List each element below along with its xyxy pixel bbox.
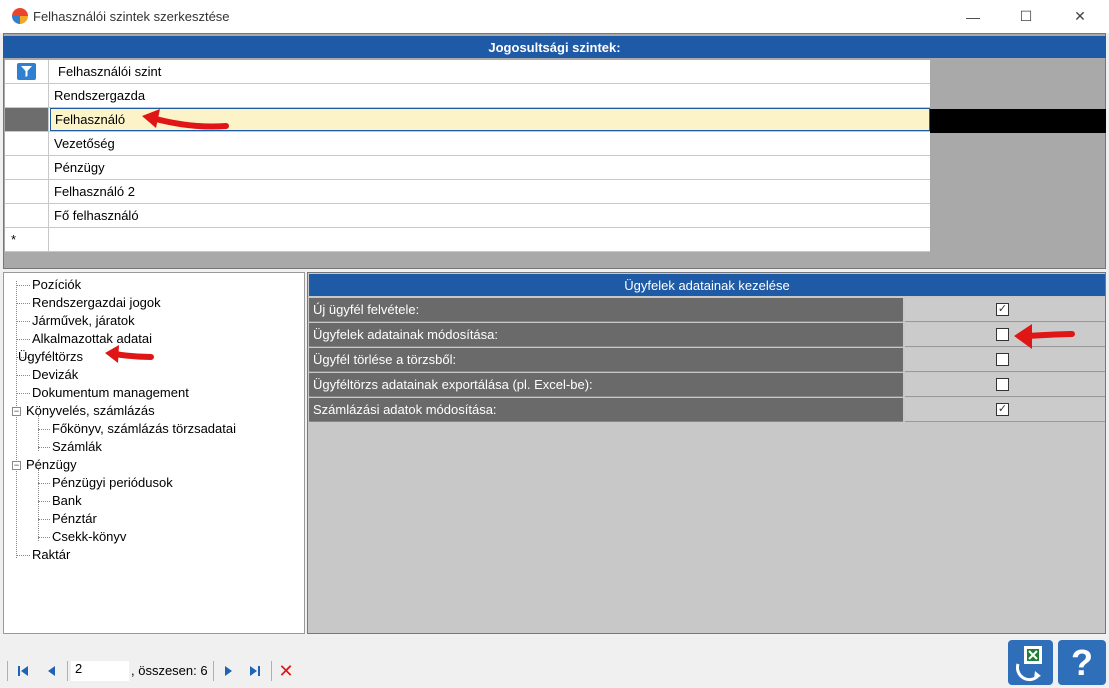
navigator-grip: [7, 661, 8, 681]
collapse-toggle-icon[interactable]: −: [12, 407, 21, 416]
new-row-marker: *: [5, 228, 49, 251]
new-row[interactable]: *: [5, 228, 930, 252]
tree-connector: [16, 339, 30, 340]
maximize-button[interactable]: ☐: [1003, 0, 1049, 33]
tree-item-rendszergazdai-jogok[interactable]: Rendszergazdai jogok: [32, 294, 161, 312]
tree-item-penztar[interactable]: Pénztár: [52, 510, 97, 528]
row-selector[interactable]: [5, 108, 49, 131]
levels-grid-title: Jogosultsági szintek:: [3, 36, 1106, 58]
level-name-cell[interactable]: Pénzügy: [50, 156, 930, 179]
tree-connector: [38, 483, 50, 484]
tree-item-penzugyi-periodusok[interactable]: Pénzügyi periódusok: [52, 474, 173, 492]
permission-row: Ügyfél törlése a törzsből:: [309, 348, 1105, 372]
window-title: Felhasználói szintek szerkesztése: [33, 9, 230, 24]
tree-item-konyveles[interactable]: Könyvelés, számlázás: [26, 402, 155, 420]
tree-item-szamlak[interactable]: Számlák: [52, 438, 102, 456]
navigator-separator: [67, 661, 68, 681]
table-row[interactable]: Rendszergazda: [5, 84, 930, 108]
annotation-arrow-icon: [105, 345, 154, 363]
excel-icon: [1015, 646, 1042, 682]
new-row-cell[interactable]: [50, 228, 930, 251]
row-selector[interactable]: [5, 132, 49, 155]
delete-record-button[interactable]: ✕: [277, 661, 295, 681]
tree-connector: [38, 447, 50, 448]
tree-connector: [38, 469, 39, 541]
tree-connector: [38, 415, 39, 451]
previous-record-button[interactable]: [43, 662, 59, 680]
tree-item-ugyfeltorzs[interactable]: Ügyféltörzs: [18, 348, 83, 366]
row-selector[interactable]: [5, 204, 49, 227]
level-name-cell[interactable]: Rendszergazda: [50, 84, 930, 107]
permission-row: Ügyfelek adatainak módosítása:: [309, 323, 1105, 347]
permission-row: Ügyféltörzs adatainak exportálása (pl. E…: [309, 373, 1105, 397]
tree-item-bank[interactable]: Bank: [52, 492, 82, 510]
tree-connector: [16, 285, 30, 286]
column-header-level[interactable]: Felhasználói szint: [50, 60, 930, 83]
permission-checkbox[interactable]: [996, 328, 1009, 341]
tree-item-dokumentum[interactable]: Dokumentum management: [32, 384, 189, 402]
row-selector[interactable]: [5, 156, 49, 179]
selected-row-extension: [930, 109, 1106, 133]
permission-checkbox[interactable]: [996, 353, 1009, 366]
navigator-separator: [213, 661, 214, 681]
levels-grid: Felhasználói szint Rendszergazda Felhasz…: [5, 60, 930, 252]
permission-check-cell: [905, 373, 1105, 397]
permission-label: Ügyfelek adatainak módosítása:: [309, 323, 903, 347]
next-record-button[interactable]: [221, 662, 237, 680]
app-logo-icon: [12, 8, 28, 24]
grid-column-header-row: Felhasználói szint: [5, 60, 930, 84]
permission-label: Új ügyfél felvétele:: [309, 298, 903, 322]
record-position-input[interactable]: 2: [71, 661, 129, 681]
tree-connector: [38, 501, 50, 502]
close-button[interactable]: ✕: [1057, 0, 1103, 33]
module-tree: − − Pozíciók Rendszergazdai jogok Járműv…: [3, 272, 305, 634]
excel-export-button[interactable]: [1008, 640, 1053, 685]
tree-item-jarmuvek[interactable]: Járművek, járatok: [32, 312, 135, 330]
permission-checkbox-checked[interactable]: ✓: [996, 403, 1009, 416]
table-row[interactable]: Pénzügy: [5, 156, 930, 180]
tree-connector: [16, 321, 30, 322]
tree-connector: [16, 555, 30, 556]
grid-header-selector: [5, 60, 49, 83]
permission-row: Új ügyfél felvétele: ✓: [309, 298, 1105, 322]
tree-item-penzugy[interactable]: Pénzügy: [26, 456, 77, 474]
tree-item-devizak[interactable]: Devizák: [32, 366, 78, 384]
collapse-toggle-icon[interactable]: −: [12, 461, 21, 470]
table-row[interactable]: Felhasználó 2: [5, 180, 930, 204]
permission-checkbox-checked[interactable]: ✓: [996, 303, 1009, 316]
tree-connector: [16, 281, 17, 558]
minimize-button[interactable]: —: [950, 0, 996, 33]
permission-row: Számlázási adatok módosítása: ✓: [309, 398, 1105, 422]
tree-item-poziciok[interactable]: Pozíciók: [32, 276, 81, 294]
record-navigator: 2 , összesen: 6 ✕: [3, 655, 303, 686]
tree-connector: [16, 375, 30, 376]
tree-item-raktar[interactable]: Raktár: [32, 546, 70, 564]
help-button[interactable]: ?: [1058, 640, 1106, 685]
tree-connector: [38, 429, 50, 430]
filter-icon[interactable]: [17, 63, 36, 80]
tree-item-fokonyv[interactable]: Főkönyv, számlázás törzsadatai: [52, 420, 236, 438]
table-row[interactable]: Fő felhasználó: [5, 204, 930, 228]
permission-check-cell: ✓: [905, 398, 1105, 422]
tree-connector: [38, 519, 50, 520]
permissions-title: Ügyfelek adatainak kezelése: [309, 274, 1105, 296]
level-name-cell[interactable]: Fő felhasználó: [50, 204, 930, 227]
last-record-button[interactable]: [247, 662, 263, 680]
row-selector[interactable]: [5, 180, 49, 203]
permission-checkbox[interactable]: [996, 378, 1009, 391]
annotation-arrow-icon: [1014, 324, 1075, 349]
navigator-separator: [271, 661, 272, 681]
row-selector[interactable]: [5, 84, 49, 107]
first-record-button[interactable]: [15, 662, 31, 680]
record-count-label: , összesen: 6: [131, 663, 208, 678]
permission-label: Számlázási adatok módosítása:: [309, 398, 903, 422]
tree-item-csekk-konyv[interactable]: Csekk-könyv: [52, 528, 126, 546]
annotation-arrow-icon: [142, 109, 229, 130]
permission-label: Ügyfél törlése a törzsből:: [309, 348, 903, 372]
tree-connector: [38, 537, 50, 538]
level-name-cell[interactable]: Felhasználó 2: [50, 180, 930, 203]
permission-label: Ügyféltörzs adatainak exportálása (pl. E…: [309, 373, 903, 397]
tree-connector: [16, 393, 30, 394]
tree-connector: [16, 303, 30, 304]
